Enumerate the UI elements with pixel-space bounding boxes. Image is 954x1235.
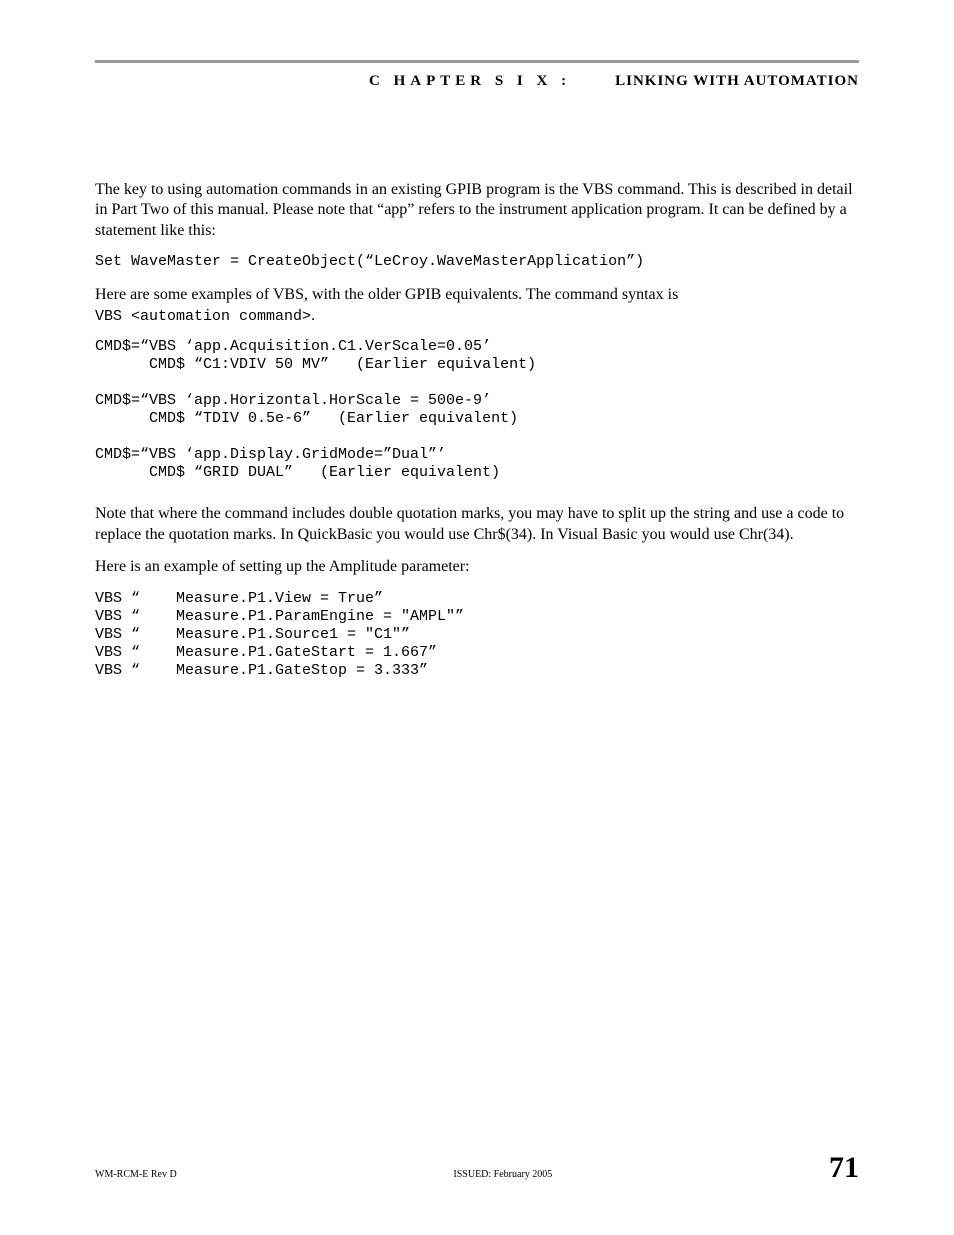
code-amplitude-example: VBS “ Measure.P1.View = True” VBS “ Meas… <box>95 590 859 680</box>
footer: WM-RCM-E Rev D ISSUED: February 2005 71 <box>95 1151 859 1185</box>
running-header: C HAPTER S I X : LINKING WITH AUTOMATION <box>95 67 859 90</box>
header-rule <box>95 60 859 63</box>
code-createobject: Set WaveMaster = CreateObject(“LeCroy.Wa… <box>95 253 859 271</box>
syntax-text: Here are some examples of VBS, with the … <box>95 286 678 303</box>
syntax-period: . <box>311 307 315 324</box>
chapter-label: C HAPTER S I X : <box>369 73 571 90</box>
syntax-code: VBS <automation command> <box>95 308 311 325</box>
code-vbs-examples: CMD$=“VBS ‘app.Acquisition.C1.VerScale=0… <box>95 338 859 482</box>
footer-revision: WM-RCM-E Rev D <box>95 1169 177 1180</box>
paragraph-syntax: Here are some examples of VBS, with the … <box>95 285 859 326</box>
body-content: The key to using automation commands in … <box>95 180 859 680</box>
footer-issued: ISSUED: February 2005 <box>453 1169 552 1180</box>
paragraph-quotes-note: Note that where the command includes dou… <box>95 504 859 545</box>
footer-page-number: 71 <box>829 1151 859 1185</box>
paragraph-intro: The key to using automation commands in … <box>95 180 859 241</box>
chapter-title: LINKING WITH AUTOMATION <box>615 73 859 90</box>
paragraph-amplitude-intro: Here is an example of setting up the Amp… <box>95 557 859 577</box>
page: C HAPTER S I X : LINKING WITH AUTOMATION… <box>0 0 954 1235</box>
